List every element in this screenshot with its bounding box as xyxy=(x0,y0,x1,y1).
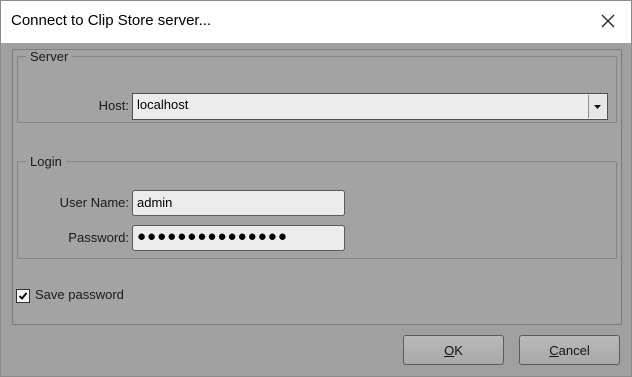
save-password-label[interactable]: Save password xyxy=(35,287,124,302)
checkmark-icon xyxy=(18,292,28,300)
login-group-legend: Login xyxy=(30,154,62,169)
server-group-legend: Server xyxy=(30,49,69,64)
ok-mnemonic: O xyxy=(444,342,455,358)
host-label: Host: xyxy=(98,98,129,113)
dialog-content: Server Host: localhost Login User Name: … xyxy=(1,43,631,376)
ok-label-rest: K xyxy=(454,342,463,358)
username-field[interactable]: admin xyxy=(132,190,345,216)
close-button[interactable] xyxy=(585,1,631,43)
cancel-mnemonic: C xyxy=(549,342,559,358)
title-bar[interactable]: Connect to Clip Store server... xyxy=(1,1,631,43)
dialog-title: Connect to Clip Store server... xyxy=(11,12,212,29)
host-dropdown-button[interactable] xyxy=(588,95,606,118)
ok-button[interactable]: OK xyxy=(403,335,504,365)
password-field[interactable]: ●●●●●●●●●●●●●●● xyxy=(132,225,345,251)
host-value: localhost xyxy=(137,97,189,112)
cancel-button[interactable]: Cancel xyxy=(519,335,620,365)
password-label: Password: xyxy=(68,230,129,245)
settings-panel: Server Host: localhost Login User Name: … xyxy=(12,49,622,325)
chevron-down-icon xyxy=(594,104,601,109)
host-combobox[interactable]: localhost xyxy=(132,93,608,120)
close-icon xyxy=(601,14,615,31)
username-label: User Name: xyxy=(59,195,129,210)
save-password-checkbox[interactable] xyxy=(16,289,30,303)
dialog-window: Connect to Clip Store server... Server H… xyxy=(0,0,632,377)
cancel-label-rest: ancel xyxy=(558,342,590,358)
